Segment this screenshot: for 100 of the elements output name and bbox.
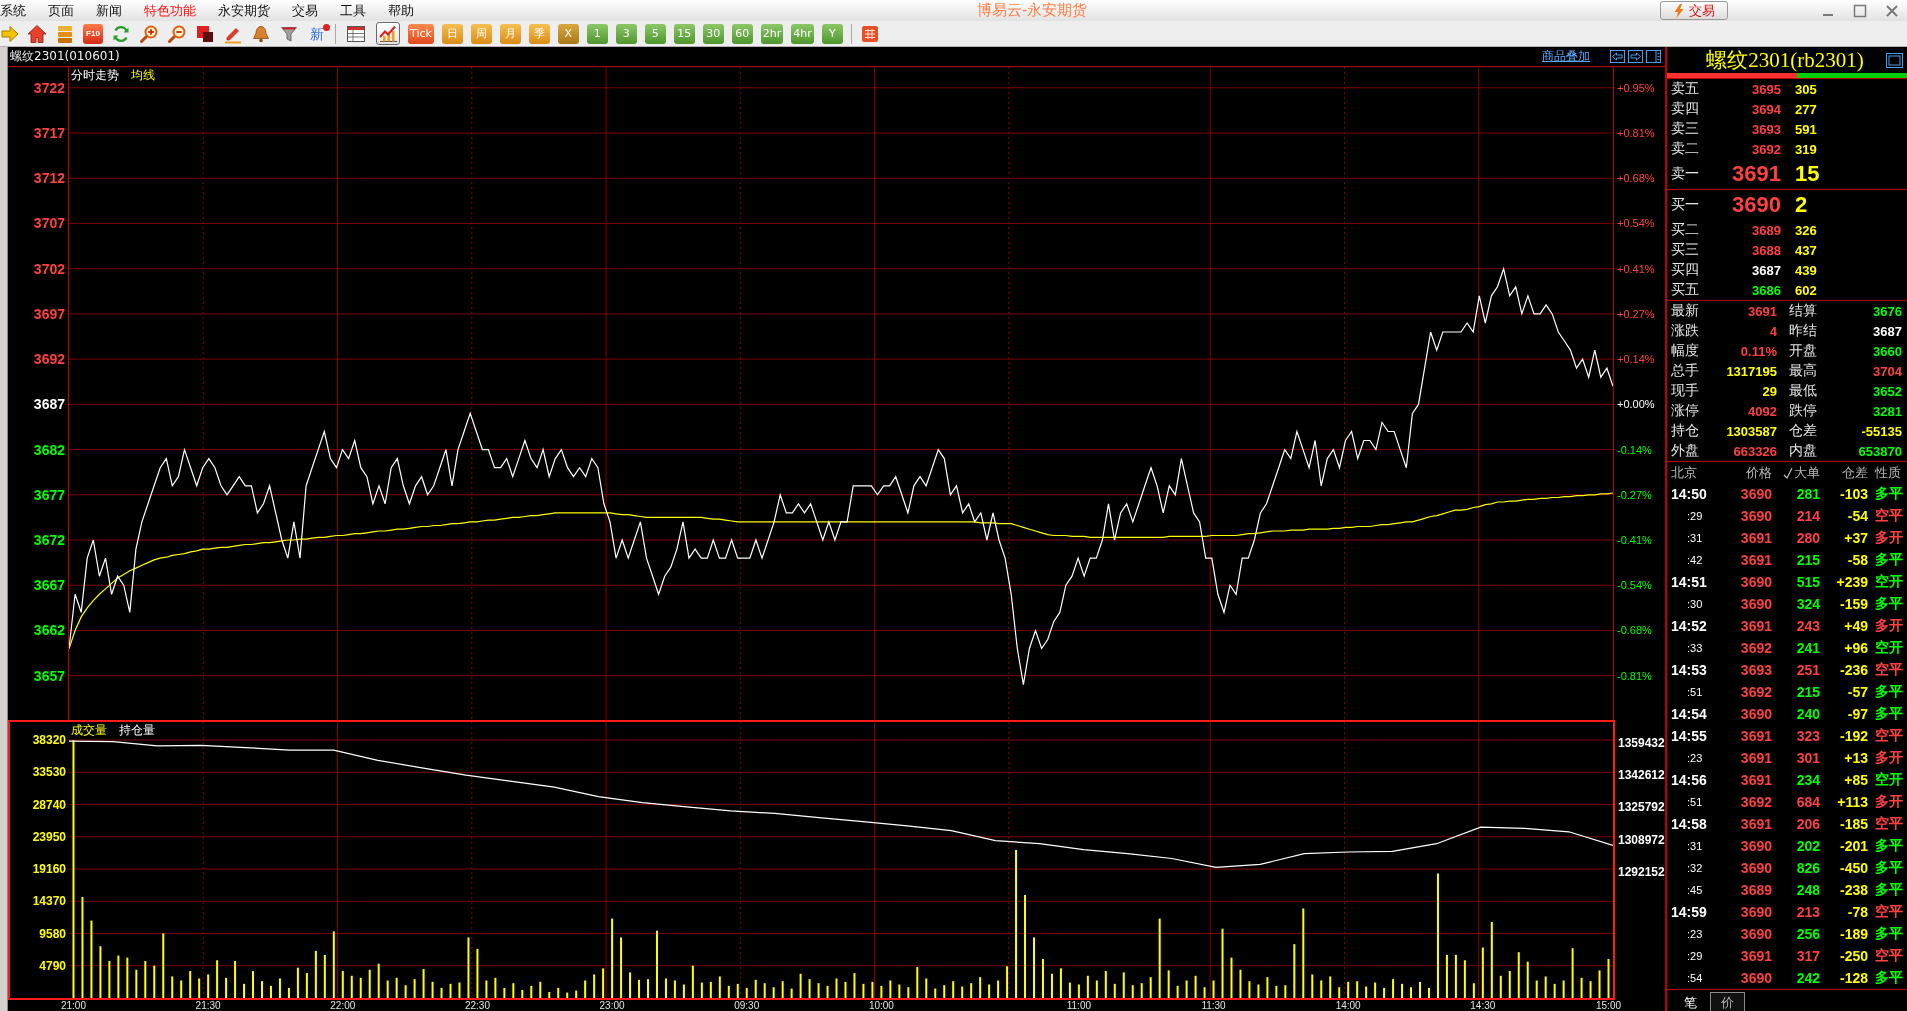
trade-nature: 多平 — [1875, 595, 1903, 613]
trade-oi-change: -54 — [1847, 508, 1868, 524]
trade-nature: 空平 — [1875, 661, 1903, 679]
trade-volume: 206 — [1796, 816, 1820, 832]
price-axis-label: 3692 — [33, 351, 65, 368]
stat-value: 0.11% — [1740, 343, 1777, 359]
trade-price: 3690 — [1740, 508, 1772, 524]
trade-price: 3692 — [1740, 794, 1772, 810]
trade-volume: 301 — [1796, 750, 1820, 766]
time-axis-label: 22:00 — [330, 1000, 356, 1011]
stat-label: 昨结 — [1789, 322, 1817, 340]
zoom-out-icon[interactable] — [167, 23, 187, 44]
arrow-right-icon[interactable] — [1628, 50, 1643, 63]
trade-nature: 多平 — [1875, 705, 1903, 723]
price-axis-label: 3672 — [33, 532, 65, 548]
trade-time: :33 — [1687, 642, 1703, 654]
menu-item[interactable]: 永安期货 — [207, 1, 281, 20]
period-button[interactable]: 30 — [702, 23, 724, 44]
order-book-label: 卖四 — [1671, 100, 1699, 118]
trade-nature: 空开 — [1875, 639, 1903, 657]
home-icon[interactable] — [27, 23, 47, 44]
trade-nature: 多开 — [1875, 617, 1903, 635]
period-button[interactable]: 5 — [644, 23, 666, 44]
percent-axis-label: +0.54% — [1617, 217, 1655, 231]
squares-icon[interactable] — [195, 23, 215, 44]
period-button[interactable]: 60 — [731, 23, 753, 44]
period-button[interactable]: 4hr — [791, 23, 814, 44]
bell-icon[interactable] — [251, 23, 271, 44]
period-button[interactable]: 15 — [673, 23, 695, 44]
period-button[interactable]: Y — [821, 23, 843, 44]
trade-button[interactable]: 交易 — [1660, 1, 1728, 20]
percent-axis-label: -0.14% — [1617, 443, 1652, 457]
open-interest-axis-label: 1292152 — [1618, 864, 1665, 879]
trade-nature: 空平 — [1875, 727, 1903, 745]
maximize-icon[interactable] — [1853, 3, 1867, 18]
price-axis-label: 3662 — [33, 622, 65, 639]
news-button[interactable]: 新 — [307, 23, 327, 44]
arrow-left-icon[interactable] — [1610, 50, 1625, 63]
menu-item[interactable]: 系统 — [0, 1, 37, 20]
grid-icon[interactable] — [859, 23, 880, 44]
volume-axis-label: 38320 — [32, 733, 66, 748]
period-button[interactable]: 日 — [441, 23, 463, 44]
menu-item[interactable]: 页面 — [37, 1, 85, 20]
trade-time: :23 — [1687, 752, 1703, 764]
trade-volume: 684 — [1796, 794, 1820, 810]
trade-oi-change: +85 — [1844, 772, 1868, 788]
order-book-label: 卖三 — [1671, 120, 1699, 138]
menu-item[interactable]: 新闻 — [85, 1, 133, 20]
legend-label: 成交量 — [71, 723, 107, 737]
volume-axis-label: 4790 — [39, 958, 66, 973]
trade-oi-change: -58 — [1847, 552, 1868, 568]
order-book-volume: 2 — [1795, 192, 1808, 218]
open-interest-axis-label: 1342612 — [1618, 768, 1665, 783]
trade-time: :29 — [1687, 510, 1703, 522]
order-book-label: 卖一 — [1671, 165, 1699, 183]
volume-axis-label: 33530 — [32, 765, 66, 780]
menu-item[interactable]: 特色功能 — [133, 1, 207, 20]
period-button[interactable]: Tick — [408, 23, 434, 44]
time-axis-label: 14:00 — [1335, 1000, 1361, 1011]
trade-price: 3691 — [1740, 618, 1772, 634]
trade-oi-change: +13 — [1844, 750, 1868, 766]
time-axis-label: 21:30 — [195, 1000, 221, 1011]
stat-value: 4092 — [1748, 403, 1777, 419]
period-button[interactable]: X — [557, 23, 579, 44]
f10-button[interactable]: F10 — [83, 23, 103, 44]
stack-icon[interactable] — [55, 23, 75, 44]
stat-label: 幅度 — [1671, 342, 1699, 360]
trade-time: :42 — [1687, 554, 1703, 566]
period-button[interactable]: 周 — [470, 23, 492, 44]
trade-time: :32 — [1687, 862, 1703, 874]
arrow-icon[interactable] — [1, 24, 19, 43]
panel-tab[interactable]: 价 — [1710, 992, 1745, 1011]
menu-item[interactable]: 工具 — [329, 1, 377, 20]
legend-label: 分时走势 — [71, 68, 119, 82]
menu-item[interactable]: 帮助 — [377, 1, 425, 20]
period-button[interactable]: 月 — [499, 23, 521, 44]
zoom-in-icon[interactable] — [139, 23, 159, 44]
trade-price: 3690 — [1740, 574, 1772, 590]
period-button[interactable]: 3 — [615, 23, 637, 44]
trade-price: 3690 — [1740, 838, 1772, 854]
order-book-label: 卖二 — [1671, 140, 1699, 158]
period-button[interactable]: 2hr — [760, 23, 784, 44]
trade-oi-change: +49 — [1844, 618, 1868, 634]
stat-label: 结算 — [1789, 302, 1817, 320]
period-button[interactable]: 1 — [586, 23, 608, 44]
stat-value: 29 — [1762, 383, 1777, 399]
trade-time: :23 — [1687, 928, 1703, 940]
order-book-price: 3687 — [1752, 262, 1781, 278]
menu-item[interactable]: 交易 — [281, 1, 329, 20]
window-icon[interactable] — [1886, 52, 1903, 68]
panel-icon[interactable] — [1646, 50, 1661, 63]
trade-volume: 240 — [1796, 706, 1820, 722]
period-button[interactable]: 季 — [528, 23, 550, 44]
trade-price: 3690 — [1740, 926, 1772, 942]
trade-volume: 215 — [1796, 552, 1820, 568]
close-icon[interactable] — [1885, 3, 1899, 18]
overlay-link[interactable]: 商品叠加 — [1542, 48, 1590, 65]
refresh-icon[interactable] — [111, 23, 131, 44]
trade-volume: 213 — [1796, 904, 1820, 920]
column-header[interactable]: 大单 — [1794, 463, 1820, 482]
